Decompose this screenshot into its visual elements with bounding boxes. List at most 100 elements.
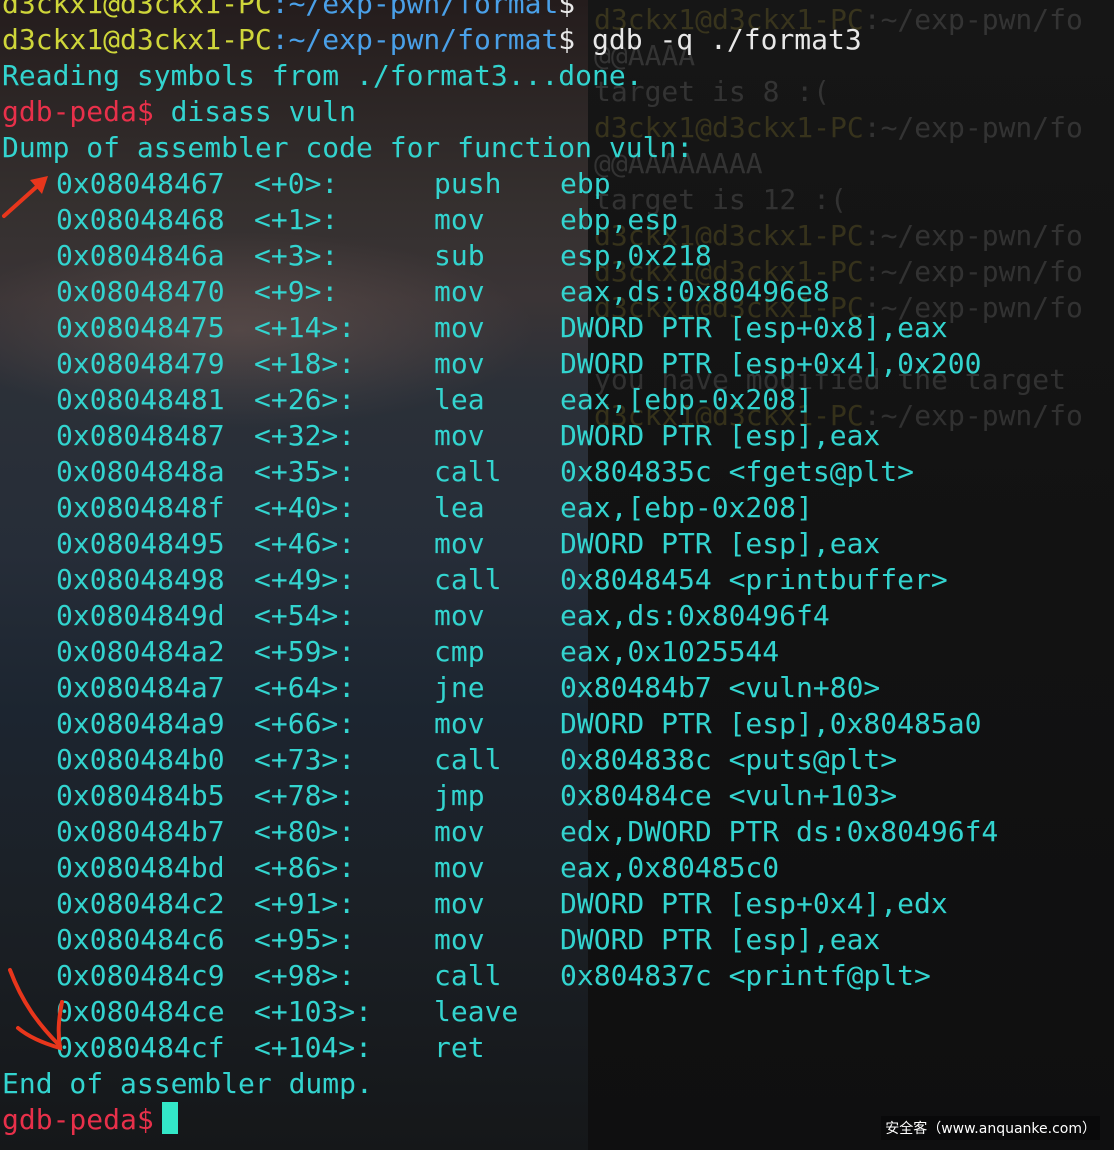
red-arrow-annotation-bottom [8, 968, 64, 1051]
asm-offset: <+73>: [254, 743, 356, 776]
asm-operands: eax,0x1025544 [560, 635, 780, 668]
asm-mnemonic: mov [434, 599, 485, 632]
asm-mnemonic: call [434, 743, 502, 776]
asm-address: 0x08048479 [56, 347, 225, 380]
gdb-prompt-line[interactable]: gdb-peda$ [2, 1102, 998, 1138]
asm-mnemonic: mov [434, 311, 485, 344]
asm-offset: <+64>: [254, 671, 356, 704]
asm-address: 0x080484a7 [56, 671, 225, 704]
asm-mnemonic: call [434, 959, 502, 992]
asm-offset: <+26>: [254, 383, 356, 416]
asm-line: 0x080484ce <+103>: leave [2, 994, 998, 1030]
asm-offset: <+46>: [254, 527, 356, 560]
asm-address: 0x0804848a [56, 455, 225, 488]
asm-line: 0x080484a2 <+59>: cmp eax,0x1025544 [2, 634, 998, 670]
asm-operands: eax,ds:0x80496f4 [560, 599, 830, 632]
asm-operands: DWORD PTR [esp],eax [560, 527, 881, 560]
asm-line: 0x080484b7 <+80>: mov edx,DWORD PTR ds:0x80… [2, 814, 998, 850]
asm-mnemonic: cmp [434, 635, 485, 668]
asm-line: 0x080484a9 <+66>: mov DWORD PTR [esp],0x804… [2, 706, 998, 742]
asm-operands: edx,DWORD PTR ds:0x80496f4 [560, 815, 999, 848]
asm-operands: ebp [560, 167, 611, 200]
asm-offset: <+18>: [254, 347, 356, 380]
asm-mnemonic: mov [434, 419, 485, 452]
asm-line: 0x080484b5 <+78>: jmp 0x80484ce <vuln+103> [2, 778, 998, 814]
asm-mnemonic: mov [434, 527, 485, 560]
asm-offset: <+14>: [254, 311, 356, 344]
asm-offset: <+1>: [254, 203, 339, 236]
asm-offset: <+86>: [254, 851, 356, 884]
asm-line: 0x08048495 <+46>: mov DWORD PTR [esp],eax [2, 526, 998, 562]
disassembly-listing: 0x08048467 <+0>: push ebp 0x08048468 <+1>: mov… [2, 166, 998, 1066]
asm-mnemonic: mov [434, 887, 485, 920]
asm-operands: 0x80484ce <vuln+103> [560, 779, 898, 812]
asm-operands: 0x8048454 <printbuffer> [560, 563, 948, 596]
asm-mnemonic: jmp [434, 779, 485, 812]
asm-mnemonic: leave [434, 995, 519, 1028]
asm-line: 0x080484cf <+104>: ret [2, 1030, 998, 1066]
asm-operands: DWORD PTR [esp],eax [560, 419, 881, 452]
dump-footer: End of assembler dump. [2, 1067, 373, 1100]
asm-address: 0x080484b7 [56, 815, 225, 848]
asm-mnemonic: call [434, 455, 502, 488]
asm-operands: eax,ds:0x80496e8 [560, 275, 830, 308]
asm-line: 0x0804846a <+3>: sub esp,0x218 [2, 238, 998, 274]
asm-mnemonic: lea [434, 383, 485, 416]
asm-operands: eax,0x80485c0 [560, 851, 780, 884]
asm-address: 0x080484b0 [56, 743, 225, 776]
asm-offset: <+59>: [254, 635, 356, 668]
asm-mnemonic: mov [434, 203, 485, 236]
asm-address: 0x080484c2 [56, 887, 225, 920]
asm-mnemonic: sub [434, 239, 485, 272]
asm-offset: <+66>: [254, 707, 356, 740]
asm-offset: <+49>: [254, 563, 356, 596]
asm-operands: DWORD PTR [esp+0x8],eax [560, 311, 948, 344]
asm-operands: DWORD PTR [esp],0x80485a0 [560, 707, 982, 740]
previous-prompt-line: d3ckx1@d3ckx1-PC:~/exp-pwn/format$ [2, 0, 576, 20]
asm-address: 0x080484b5 [56, 779, 225, 812]
asm-operands: DWORD PTR [esp],eax [560, 923, 881, 956]
text-cursor [161, 1102, 178, 1134]
asm-address: 0x0804848f [56, 491, 225, 524]
asm-mnemonic: mov [434, 347, 485, 380]
asm-line: 0x0804848f <+40>: lea eax,[ebp-0x208] [2, 490, 998, 526]
asm-offset: <+80>: [254, 815, 356, 848]
dump-header: Dump of assembler code for function vuln… [2, 131, 694, 164]
asm-operands: ebp,esp [560, 203, 679, 236]
asm-mnemonic: mov [434, 923, 485, 956]
asm-address: 0x08048470 [56, 275, 225, 308]
asm-operands: eax,[ebp-0x208] [560, 491, 813, 524]
asm-mnemonic: mov [434, 851, 485, 884]
asm-line: 0x080484a7 <+64>: jne 0x80484b7 <vuln+80> [2, 670, 998, 706]
asm-operands: DWORD PTR [esp+0x4],0x200 [560, 347, 982, 380]
asm-offset: <+32>: [254, 419, 356, 452]
asm-address: 0x08048495 [56, 527, 225, 560]
asm-operands: esp,0x218 [560, 239, 712, 272]
asm-line: 0x080484bd <+86>: mov eax,0x80485c0 [2, 850, 998, 886]
asm-offset: <+104>: [254, 1031, 373, 1064]
asm-offset: <+54>: [254, 599, 356, 632]
asm-line: 0x080484c9 <+98>: call 0x804837c <printf@pl… [2, 958, 998, 994]
asm-address: 0x08048475 [56, 311, 225, 344]
red-arrow-annotation [2, 176, 48, 218]
asm-line: 0x0804848a <+35>: call 0x804835c <fgets@plt… [2, 454, 998, 490]
asm-address: 0x0804846a [56, 239, 225, 272]
shell-command-line: d3ckx1@d3ckx1-PC:~/exp-pwn/format$ gdb -… [2, 23, 862, 56]
asm-line: 0x080484c2 <+91>: mov DWORD PTR [esp+0x4],e… [2, 886, 998, 922]
asm-operands: DWORD PTR [esp+0x4],edx [560, 887, 948, 920]
asm-address: 0x08048487 [56, 419, 225, 452]
asm-mnemonic: call [434, 563, 502, 596]
asm-line: 0x08048475 <+14>: mov DWORD PTR [esp+0x8],e… [2, 310, 998, 346]
asm-address: 0x080484a2 [56, 635, 225, 668]
asm-offset: <+40>: [254, 491, 356, 524]
asm-address: 0x080484a9 [56, 707, 225, 740]
asm-offset: <+0>: [254, 167, 339, 200]
asm-line: 0x08048468 <+1>: mov ebp,esp [2, 202, 998, 238]
asm-line: 0x08048481 <+26>: lea eax,[ebp-0x208] [2, 382, 998, 418]
terminal-output[interactable]: d3ckx1@d3ckx1-PC:~/exp-pwn/format$ d3ckx1… [2, 0, 998, 1138]
asm-offset: <+91>: [254, 887, 356, 920]
asm-offset: <+98>: [254, 959, 356, 992]
asm-line: 0x080484b0 <+73>: call 0x804838c <puts@plt> [2, 742, 998, 778]
asm-line: 0x0804849d <+54>: mov eax,ds:0x80496f4 [2, 598, 998, 634]
asm-operands: 0x80484b7 <vuln+80> [560, 671, 881, 704]
